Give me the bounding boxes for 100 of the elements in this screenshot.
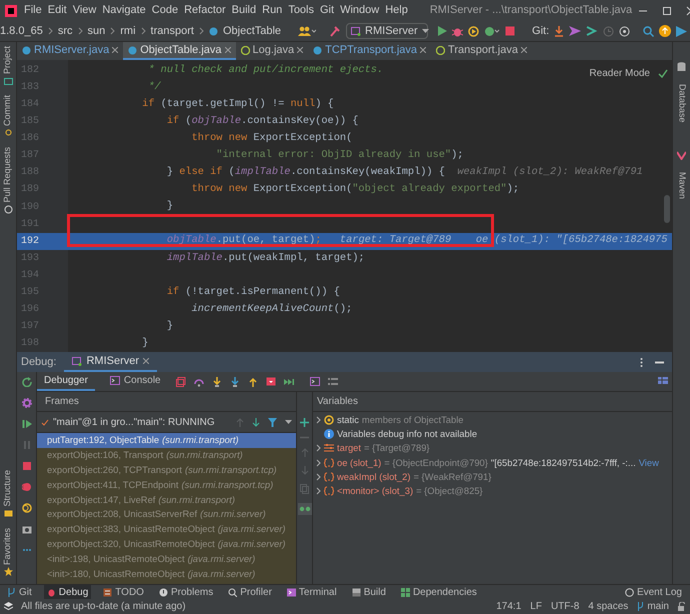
tool-window-tab[interactable]: Maven <box>674 172 688 199</box>
more-vertical-icon[interactable] <box>640 358 643 366</box>
session-tab[interactable]: RMIServer <box>64 352 158 372</box>
tool-window-tab[interactable]: Structure <box>1 470 15 507</box>
debugger-tab[interactable]: Debugger <box>37 372 95 391</box>
debugger-tab[interactable]: Console <box>102 372 168 391</box>
indent-setting[interactable]: 4 spaces <box>588 599 628 614</box>
stack-frame[interactable]: exportObject:208, UnicastServerRef (sun.rmi.server) <box>37 506 296 522</box>
breadcrumb[interactable]: transport <box>150 22 194 40</box>
search-icon[interactable] <box>643 26 654 36</box>
menu-item[interactable]: Code <box>152 2 178 19</box>
list-icon[interactable] <box>328 376 338 386</box>
file-tab[interactable]: TCPTransport.java <box>308 42 432 60</box>
reader-mode-toggle[interactable]: Reader Mode <box>589 66 650 81</box>
people-icon[interactable] <box>298 26 316 36</box>
arrow-down-icon[interactable] <box>252 418 260 426</box>
tool-window-tab[interactable]: Git <box>4 585 35 599</box>
stack-frame[interactable]: exportObject:106, Transport (sun.rmi.transport) <box>37 448 296 463</box>
breadcrumb[interactable]: rmi <box>120 22 136 40</box>
stop-icon[interactable] <box>505 26 516 36</box>
tool-window-tab[interactable]: Event Log <box>624 584 686 600</box>
mute-breakpoints-icon[interactable] <box>22 503 32 513</box>
settings-icon[interactable] <box>22 398 32 408</box>
step-into-icon[interactable] <box>212 376 222 386</box>
file-tab[interactable]: Log.java <box>236 42 308 60</box>
menu-item[interactable]: View <box>72 2 96 19</box>
gauge-icon[interactable] <box>484 26 500 36</box>
tool-window-tab[interactable]: Dependencies <box>398 585 480 599</box>
tool-window-tab[interactable]: Project <box>1 46 15 74</box>
hammer-icon[interactable] <box>329 25 342 37</box>
caret-icon[interactable] <box>285 420 292 424</box>
add-icon[interactable] <box>300 418 309 427</box>
breadcrumb[interactable]: 1.8.0_65 <box>0 22 43 40</box>
maximize-icon[interactable] <box>662 6 672 16</box>
close-icon[interactable] <box>297 47 304 53</box>
push-icon[interactable] <box>569 26 582 36</box>
filter-icon[interactable] <box>268 418 277 426</box>
tool-window-tab[interactable]: Build <box>348 585 389 599</box>
scrollbar-thumb[interactable] <box>664 195 670 223</box>
tool-window-tab[interactable]: Commit <box>1 95 15 126</box>
menu-item[interactable]: Git <box>320 2 334 19</box>
menu-item[interactable]: Tools <box>288 2 314 19</box>
plugin-logo-icon[interactable] <box>676 26 688 36</box>
minimize-icon[interactable] <box>655 360 664 364</box>
git-branch[interactable]: main <box>637 599 669 614</box>
run-to-cursor-icon[interactable] <box>284 376 294 386</box>
close-icon[interactable] <box>112 47 118 53</box>
file-tab[interactable]: ObjectTable.java <box>123 42 236 60</box>
update-arrow-icon[interactable] <box>659 25 672 37</box>
stack-frame[interactable]: <init>:198, UnicastRemoteObject (java.rmi.server) <box>37 551 296 566</box>
evaluate-icon[interactable] <box>310 376 320 386</box>
close-icon[interactable] <box>420 47 426 53</box>
close-icon[interactable] <box>143 358 150 364</box>
step-over-icon[interactable] <box>194 376 204 386</box>
camera-icon[interactable] <box>22 524 32 534</box>
tool-window-tab[interactable]: Profiler <box>225 585 275 599</box>
resume-icon[interactable] <box>22 419 32 429</box>
tool-window-tab[interactable]: Problems <box>156 585 216 599</box>
menu-item[interactable]: Run <box>262 2 282 19</box>
run-icon[interactable] <box>437 26 448 36</box>
drop-frame-icon[interactable] <box>266 376 276 386</box>
breakpoints-icon[interactable] <box>22 482 32 492</box>
menu-item[interactable]: Help <box>385 2 408 19</box>
cursor-position[interactable]: 174:1 <box>496 599 522 614</box>
tool-window-tab[interactable]: Debug <box>44 585 92 599</box>
menu-item[interactable]: Navigate <box>102 2 146 19</box>
menu-item[interactable]: File <box>24 2 42 19</box>
tool-window-tab[interactable]: TODO <box>100 585 147 599</box>
view-link[interactable]: View <box>638 456 659 470</box>
close-icon[interactable] <box>520 47 527 53</box>
stop-icon[interactable] <box>22 461 32 471</box>
file-tab[interactable]: RMIServer.java <box>17 42 124 60</box>
force-step-into-icon[interactable] <box>230 376 240 386</box>
menu-item[interactable]: Build <box>232 2 256 19</box>
breadcrumb[interactable]: ObjectTable <box>222 22 282 40</box>
breadcrumb[interactable]: src <box>58 22 72 40</box>
layers-icon[interactable] <box>4 602 13 611</box>
update-icon[interactable] <box>554 26 564 36</box>
layout-icon[interactable] <box>176 376 186 386</box>
menu-item[interactable]: Refactor <box>184 2 226 19</box>
tool-window-tab[interactable]: Pull Requests <box>1 147 15 203</box>
glasses-icon[interactable] <box>298 503 312 515</box>
menu-item[interactable]: Edit <box>48 2 67 19</box>
step-out-icon[interactable] <box>248 376 258 386</box>
breadcrumb[interactable]: sun <box>88 22 106 40</box>
bug-icon[interactable] <box>452 26 464 36</box>
menu-item[interactable]: Window <box>340 2 380 19</box>
run-config-dropdown[interactable]: RMIServer <box>346 23 428 39</box>
stack-frame[interactable]: exportObject:411, TCPEndpoint (sun.rmi.transport.tcp) <box>37 477 296 492</box>
stack-frame[interactable]: putTarget:192, ObjectTable (sun.rmi.transport) <box>37 433 296 448</box>
coverage-icon[interactable] <box>468 26 480 36</box>
stack-frame[interactable]: exportObject:383, UnicastRemoteObject (java.rmi.server) <box>37 522 296 537</box>
stack-frame[interactable]: exportObject:320, UnicastRemoteObject (java.rmi.server) <box>37 536 296 552</box>
tool-window-tab[interactable]: Terminal <box>284 585 340 599</box>
table-icon[interactable] <box>658 377 668 386</box>
tool-window-tab[interactable]: Database <box>674 84 688 123</box>
lock-icon[interactable] <box>678 602 686 611</box>
stack-frame[interactable]: exportObject:147, LiveRef (sun.rmi.transport) <box>37 492 296 507</box>
stack-frame[interactable]: exportObject:260, TCPTransport (sun.rmi.transport.tcp) <box>37 462 296 478</box>
file-encoding[interactable]: UTF-8 <box>550 599 580 614</box>
